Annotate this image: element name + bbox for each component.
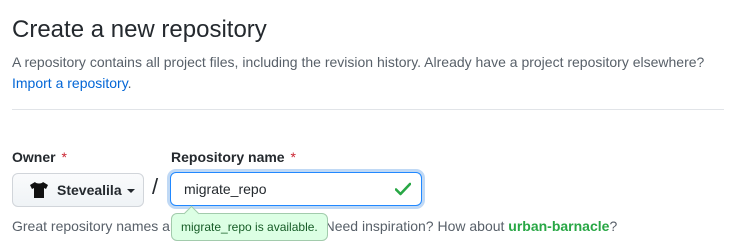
repository-name-label-text: Repository name xyxy=(171,149,285,165)
hint-prefix: Great repository names ar xyxy=(12,218,175,234)
check-icon xyxy=(394,182,412,196)
hint-middle: Need inspiration? How about xyxy=(324,218,509,234)
suggested-name-link[interactable]: urban-barnacle xyxy=(508,218,609,234)
repository-name-input[interactable] xyxy=(171,181,384,197)
section-divider xyxy=(12,109,724,110)
repository-name-required-mark: * xyxy=(290,149,296,165)
tshirt-avatar-icon xyxy=(29,180,49,200)
description-text: A repository contains all project files,… xyxy=(12,54,705,70)
owner-select-button[interactable]: Stevealila xyxy=(12,173,144,207)
import-link-suffix: . xyxy=(127,75,132,91)
hint-suffix: ? xyxy=(609,218,618,234)
page-title: Create a new repository xyxy=(12,16,267,43)
owner-repo-separator: / xyxy=(152,174,159,199)
owner-required-mark: * xyxy=(61,149,67,165)
repository-name-label: Repository name * xyxy=(171,149,296,165)
owner-name: Stevealila xyxy=(57,182,122,198)
owner-label-text: Owner xyxy=(12,149,56,165)
caret-down-icon xyxy=(126,189,135,193)
availability-tooltip: migrate_repo is available. xyxy=(171,213,328,241)
owner-label: Owner * xyxy=(12,149,67,165)
repository-name-field xyxy=(170,172,422,206)
import-repository-link[interactable]: Import a repository xyxy=(12,75,128,91)
page-description: A repository contains all project files,… xyxy=(12,52,724,94)
